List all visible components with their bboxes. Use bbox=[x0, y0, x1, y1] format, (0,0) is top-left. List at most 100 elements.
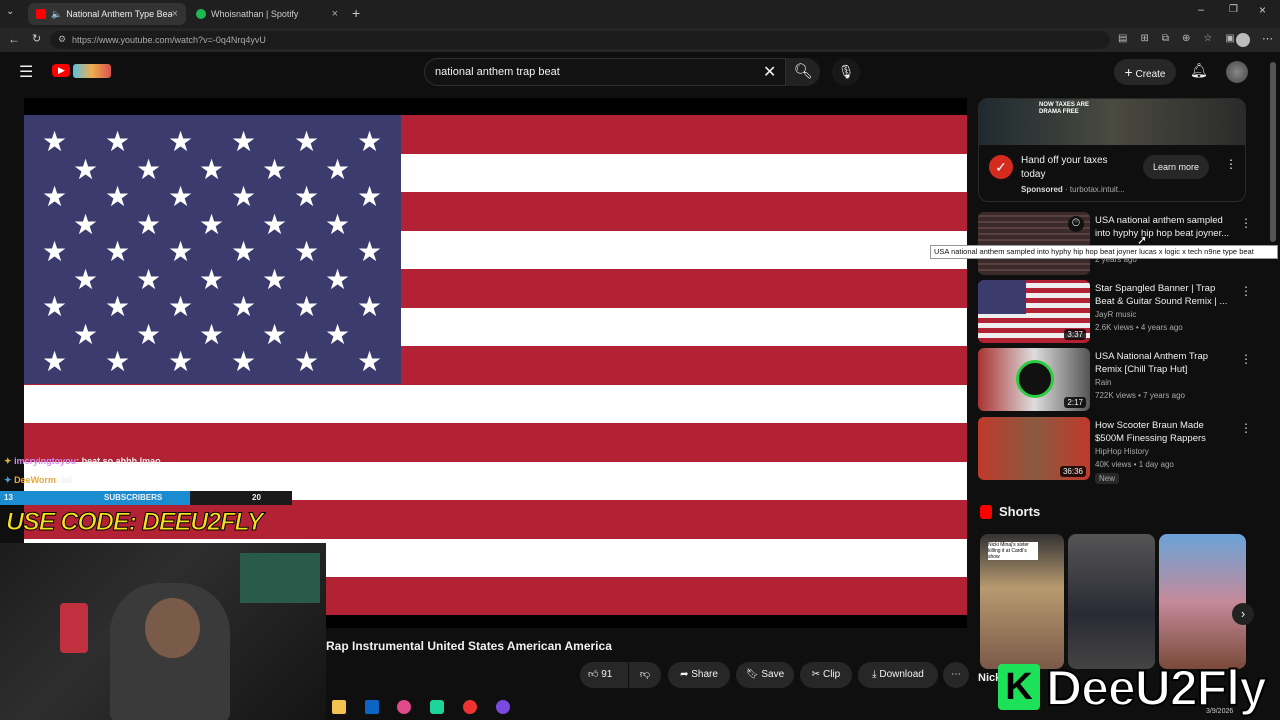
share-icon: ➦ bbox=[680, 669, 689, 680]
flag-star-icon: ★ bbox=[73, 318, 99, 350]
close-tab-icon[interactable]: × bbox=[172, 8, 178, 20]
reload-icon[interactable]: ↻ bbox=[32, 32, 41, 45]
flag-star-icon: ★ bbox=[231, 291, 257, 322]
flag-star-icon: ★ bbox=[42, 181, 68, 212]
flag-star-icon: ★ bbox=[199, 208, 225, 240]
hamburger-menu-icon[interactable]: ☰ bbox=[19, 62, 33, 82]
shorts-icon bbox=[980, 505, 992, 519]
title-tooltip: USA national anthem sampled into hyphy h… bbox=[930, 245, 1278, 259]
minimize-icon[interactable]: – bbox=[1198, 4, 1204, 16]
channel-name: JayR music bbox=[1095, 310, 1137, 319]
profile-avatar[interactable] bbox=[1236, 33, 1250, 47]
site-info-icon[interactable]: ⚙ bbox=[58, 34, 66, 45]
promo-code-banner: USE CODE: DEEU2FLY bbox=[6, 508, 265, 537]
spotify-favicon-icon bbox=[196, 9, 206, 19]
like-button[interactable]: 👍︎ 91 bbox=[580, 662, 628, 688]
learn-more-button[interactable]: Learn more bbox=[1143, 155, 1209, 179]
ad-more-icon[interactable]: ⋮ bbox=[1225, 157, 1237, 171]
flag-star-icon: ★ bbox=[325, 318, 351, 350]
notifications-bell-icon[interactable]: 🔔︎ bbox=[1190, 62, 1208, 79]
chat-line: ✦ imcryingtoyou: beat so ahhh lmao bbox=[4, 456, 161, 466]
new-tab-icon[interactable]: + bbox=[352, 5, 360, 21]
video-menu-icon[interactable]: ⋮ bbox=[1240, 421, 1252, 435]
url-field[interactable]: https://www.youtube.com/watch?v=-0q4Nrq4… bbox=[50, 31, 1110, 49]
download-button[interactable]: ⤓ Download bbox=[858, 662, 938, 688]
flag-star-icon: ★ bbox=[231, 126, 257, 157]
flag-star-icon: ★ bbox=[294, 181, 320, 212]
tab-youtube[interactable]: 🔈 National Anthem Type Beat Tr × bbox=[28, 3, 186, 25]
scrollbar-thumb[interactable] bbox=[1270, 62, 1276, 242]
youtube-logo[interactable]: ▶ bbox=[52, 64, 70, 77]
flag-star-icon: ★ bbox=[294, 236, 320, 267]
new-badge: New bbox=[1095, 473, 1120, 484]
account-avatar[interactable] bbox=[1226, 61, 1248, 83]
video-menu-icon[interactable]: ⋮ bbox=[1240, 216, 1252, 230]
file-explorer-icon[interactable] bbox=[332, 700, 346, 714]
dislike-button[interactable]: 👎︎ bbox=[629, 662, 661, 688]
taskbar-date: 3/9/2026 bbox=[1206, 708, 1234, 715]
page-scrollbar[interactable] bbox=[1270, 58, 1276, 688]
flag-star-icon: ★ bbox=[168, 236, 194, 267]
video-thumbnail: 3:37 bbox=[978, 280, 1090, 343]
american-flag-video-frame: ★ ★ ★ ★ ★ ★ ★ ★ ★ ★ ★ ★ ★ ★ ★ ★ ★ ★ ★ ★ ★ ★ ★ ★ ★ ★ ★ ★ ★ ★ ★ ★ ★ ★ ★ ★ ★ ★ ★ ★… bbox=[24, 115, 967, 615]
video-menu-icon[interactable]: ⋮ bbox=[1240, 352, 1252, 366]
short-card[interactable]: Nicki Minaj's sister killing it at Cardi… bbox=[980, 534, 1064, 669]
flag-star-icon: ★ bbox=[262, 318, 288, 350]
video-menu-icon[interactable]: ⋮ bbox=[1240, 284, 1252, 298]
create-button[interactable]: + Create bbox=[1114, 59, 1176, 85]
tab-spotify[interactable]: Whoisnathan | Spotify × bbox=[188, 3, 346, 25]
flag-star-icon: ★ bbox=[199, 153, 225, 185]
browser-extension-icons: ▤⊞⧉⊕☆▣ bbox=[1118, 33, 1248, 44]
back-icon[interactable]: ← bbox=[8, 32, 20, 46]
app-icon[interactable] bbox=[463, 700, 477, 714]
flag-star-icon: ★ bbox=[136, 153, 162, 185]
search-input[interactable]: national anthem trap beat bbox=[424, 58, 786, 86]
more-actions-button[interactable]: ⋯ bbox=[943, 662, 969, 688]
search-button[interactable]: 🔍︎ bbox=[786, 58, 820, 86]
app-icon[interactable] bbox=[430, 700, 444, 714]
chat-message: : lol bbox=[55, 475, 72, 485]
recommended-video[interactable]: 36:36 How Scooter Braun Made $500M Fines… bbox=[978, 417, 1268, 484]
ad-card[interactable]: NOW TAXES ARE DRAMA FREE ✓ Hand off your… bbox=[978, 98, 1246, 202]
watch-later-icon[interactable]: 🕑︎ bbox=[1068, 216, 1084, 232]
app-icon[interactable] bbox=[496, 700, 510, 714]
video-title: USA National Anthem Trap Remix [Chill Tr… bbox=[1095, 351, 1209, 375]
chat-user: DeeWorm bbox=[14, 475, 56, 485]
short-card[interactable] bbox=[1068, 534, 1155, 669]
doodle-logo[interactable] bbox=[73, 64, 111, 78]
recommended-video[interactable]: 🕑︎ USA national anthem sampled into hyph… bbox=[978, 212, 1268, 276]
tab-title: Whoisnathan | Spotify bbox=[211, 9, 299, 19]
ad-title: Hand off your taxes today bbox=[1021, 155, 1108, 180]
music-app-icon[interactable] bbox=[397, 700, 411, 714]
tab-title: National Anthem Type Beat Tr bbox=[66, 9, 172, 19]
short-card[interactable] bbox=[1159, 534, 1246, 669]
recommended-video[interactable]: 2:17 USA National Anthem Trap Remix [Chi… bbox=[978, 348, 1268, 412]
download-icon: ⤓ bbox=[872, 669, 877, 680]
share-label: Share bbox=[691, 669, 718, 680]
voice-search-button[interactable]: 🎙︎ bbox=[832, 58, 860, 86]
outlook-icon[interactable] bbox=[365, 700, 379, 714]
tab-list-chevron-icon[interactable]: ⌄ bbox=[6, 6, 14, 17]
channel-name: HipHop History bbox=[1095, 447, 1149, 456]
close-tab-icon[interactable]: × bbox=[332, 8, 338, 20]
chat-user: imcryingtoyou bbox=[14, 456, 77, 466]
browser-menu-icon[interactable]: ⋯ bbox=[1262, 32, 1273, 45]
stream-chat-overlay: ✦ imcryingtoyou: beat so ahhh lmao ✦ Dee… bbox=[4, 452, 161, 490]
flag-star-icon: ★ bbox=[357, 346, 383, 377]
flag-canton: ★ ★ ★ ★ ★ ★ ★ ★ ★ ★ ★ ★ ★ ★ ★ ★ ★ ★ ★ ★ ★ ★ ★ ★ ★ ★ ★ ★ ★ ★ ★ ★ ★ ★ ★ ★ ★ ★ ★ ★… bbox=[24, 115, 401, 384]
flag-star-icon: ★ bbox=[357, 181, 383, 212]
video-title: How Scooter Braun Made $500M Finessing R… bbox=[1095, 420, 1206, 444]
flag-star-icon: ★ bbox=[73, 208, 99, 240]
restore-icon[interactable]: ❐ bbox=[1229, 4, 1238, 15]
shorts-next-button[interactable]: › bbox=[1232, 603, 1254, 625]
flag-star-icon: ★ bbox=[325, 263, 351, 295]
save-button[interactable]: 🔖︎ Save bbox=[736, 662, 794, 688]
clear-search-icon[interactable]: ✕ bbox=[763, 62, 776, 82]
speaker-icon: 🔈 bbox=[51, 8, 63, 19]
window-close-icon[interactable]: × bbox=[1259, 3, 1266, 17]
download-label: Download bbox=[879, 669, 924, 680]
create-label: Create bbox=[1135, 69, 1166, 80]
clip-button[interactable]: ✂ Clip bbox=[800, 662, 852, 688]
share-button[interactable]: ➦ Share bbox=[668, 662, 730, 688]
recommended-video[interactable]: 3:37 Star Spangled Banner | Trap Beat & … bbox=[978, 280, 1268, 344]
